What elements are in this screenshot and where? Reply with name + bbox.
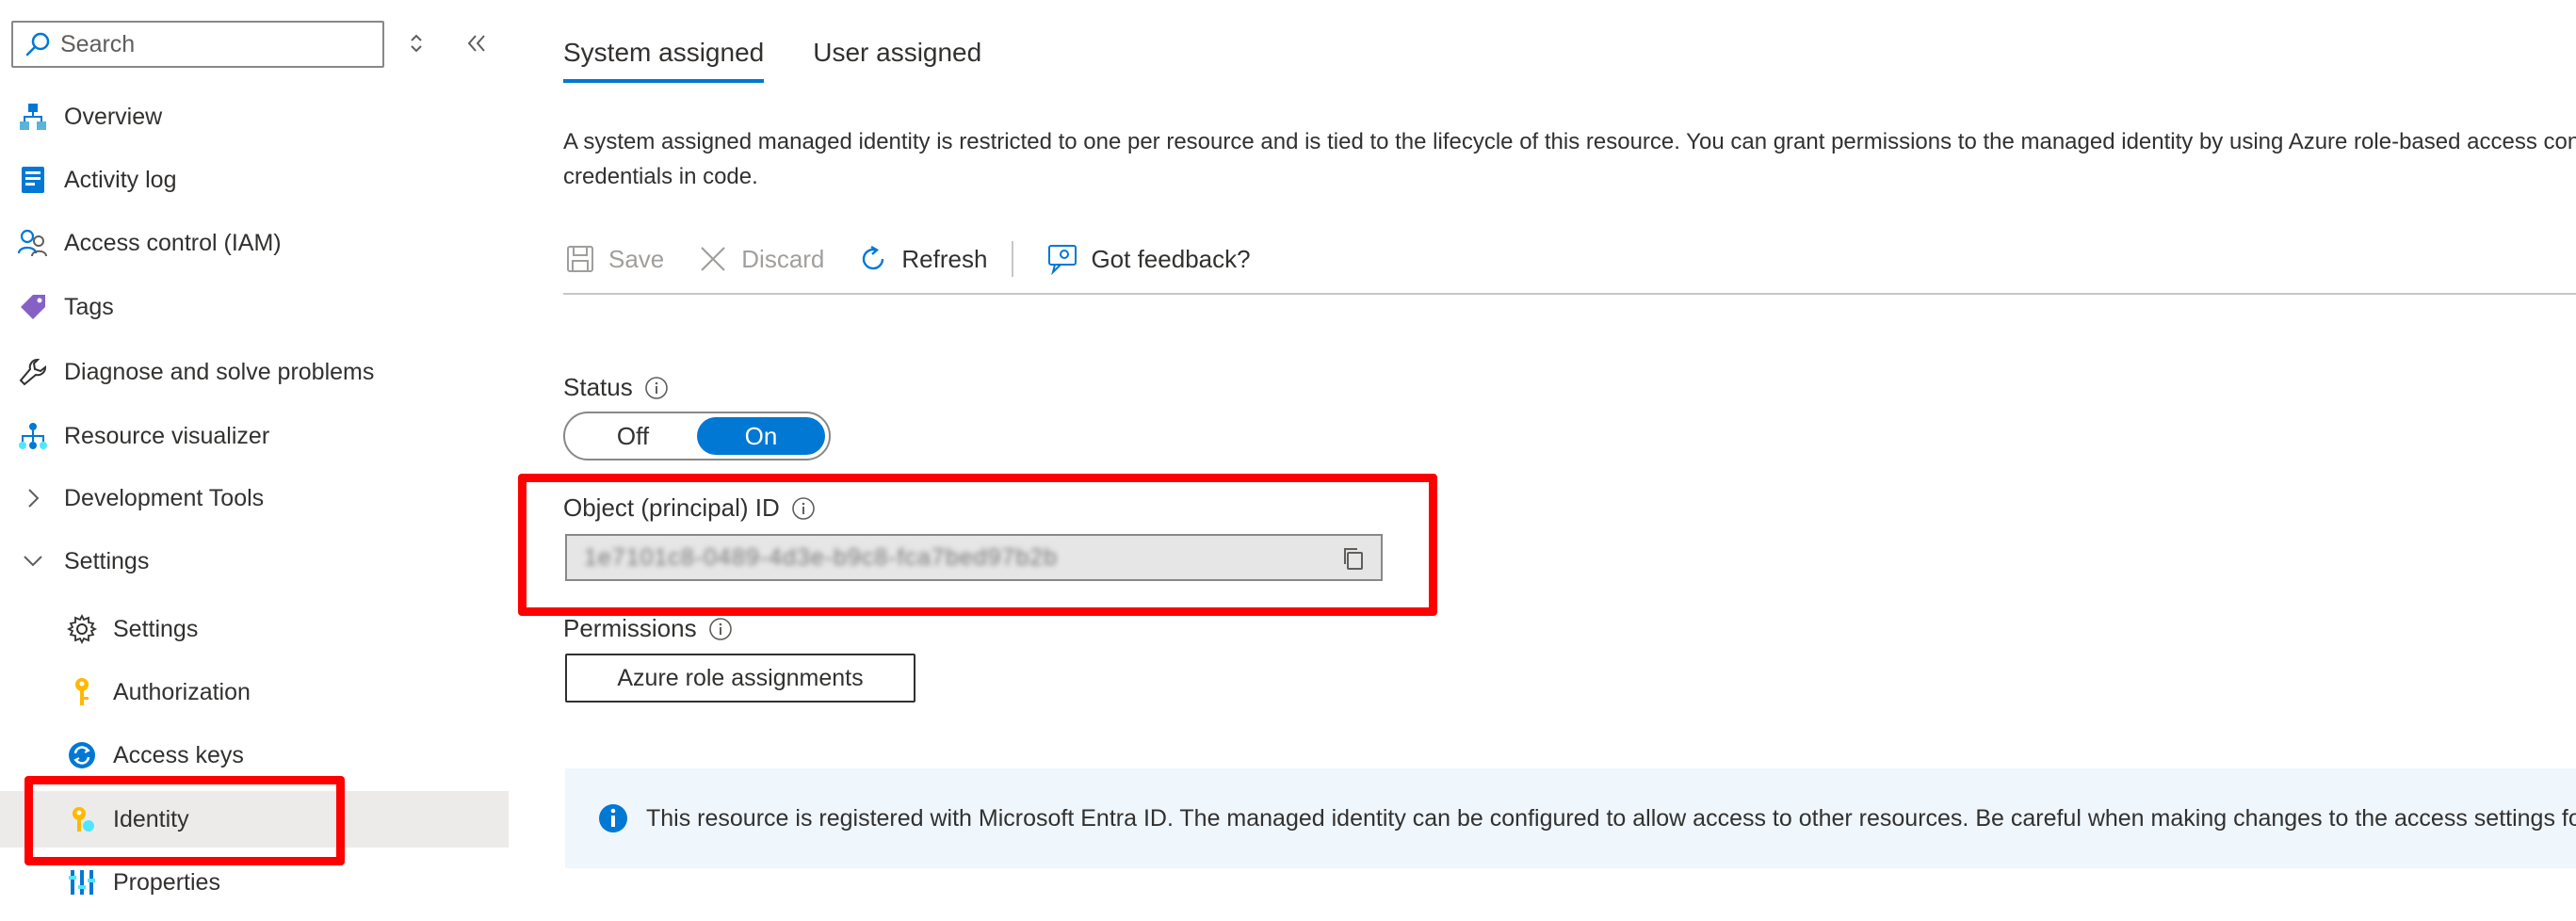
sidebar-item-settings[interactable]: Settings [0, 601, 509, 657]
sidebar-item-authorization[interactable]: Authorization [0, 664, 509, 720]
info-icon[interactable] [791, 496, 816, 521]
sidebar-item-label: Access keys [113, 741, 244, 768]
sidebar-item-resource-visualizer[interactable]: Resource visualizer [0, 408, 509, 464]
feedback-button[interactable]: Got feedback? [1045, 242, 1251, 276]
sidebar-item-label: Identity [113, 805, 189, 832]
status-label: Status [563, 373, 633, 401]
tag-icon [15, 289, 51, 325]
info-message-bar: This resource is registered with Microso… [565, 768, 2576, 868]
status-off-option[interactable]: Off [569, 417, 697, 455]
sort-updown-icon[interactable] [399, 26, 433, 60]
sidebar-item-label: Diagnose and solve problems [64, 358, 375, 385]
discard-label: Discard [741, 244, 825, 273]
sidebar-item-label: Properties [113, 868, 220, 896]
sidebar-item-label: Overview [64, 103, 163, 130]
search-input[interactable] [60, 30, 362, 58]
status-toggle[interactable]: Off On [563, 412, 831, 460]
toolbar-divider-line [563, 293, 2576, 295]
sidebar-item-identity[interactable]: Identity [0, 791, 509, 848]
feedback-icon [1045, 242, 1079, 276]
description-line-2: credentials in code. [563, 164, 758, 189]
hierarchy-icon [15, 418, 51, 454]
tab-bar: System assigned User assigned [563, 38, 1030, 83]
status-on-option[interactable]: On [697, 417, 825, 455]
sidebar-group-settings[interactable]: Settings [0, 533, 509, 590]
sidebar-item-label: Activity log [64, 166, 177, 193]
save-button[interactable]: Save [563, 242, 664, 276]
toolbar-divider [1012, 241, 1014, 277]
identity-key-icon [64, 801, 100, 837]
info-icon[interactable] [644, 376, 669, 400]
refresh-icon [856, 242, 890, 276]
search-icon [25, 32, 50, 57]
info-message-text: This resource is registered with Microso… [646, 804, 2576, 832]
object-id-label-row: Object (principal) ID [563, 493, 816, 523]
sidebar-item-label: Access control (IAM) [64, 229, 282, 256]
azure-role-assignments-button[interactable]: Azure role assignments [565, 654, 915, 703]
sidebar-item-tags[interactable]: Tags [0, 279, 509, 335]
activity-log-icon [15, 162, 51, 198]
close-icon [696, 242, 730, 276]
sidebar-item-diagnose[interactable]: Diagnose and solve problems [0, 344, 509, 400]
chevron-right-icon [15, 480, 51, 516]
sidebar-item-label: Tags [64, 293, 114, 320]
sidebar-item-access-keys[interactable]: Access keys [0, 727, 509, 784]
permissions-label-row: Permissions [563, 614, 733, 643]
sidebar-item-label: Authorization [113, 678, 251, 705]
description-line-1: A system assigned managed identity is re… [563, 129, 2576, 154]
sidebar: Overview Activity log Access control (IA… [0, 0, 509, 921]
sidebar-item-label: Settings [64, 547, 150, 574]
object-id-field[interactable]: 1e7101c8-0489-4d3e-b9c8-fca7bed97b2b [565, 534, 1383, 581]
sidebar-group-development-tools[interactable]: Development Tools [0, 470, 509, 526]
properties-icon [64, 864, 100, 900]
chevron-down-icon [15, 543, 51, 579]
gear-icon [64, 611, 100, 647]
object-id-label: Object (principal) ID [563, 493, 780, 522]
refresh-key-icon [64, 737, 100, 773]
save-label: Save [608, 244, 665, 273]
info-icon[interactable] [708, 617, 733, 641]
sidebar-item-label: Settings [113, 615, 199, 642]
permissions-label: Permissions [563, 614, 697, 642]
description: A system assigned managed identity is re… [563, 124, 2576, 194]
search-box[interactable] [11, 21, 384, 68]
sidebar-item-overview[interactable]: Overview [0, 89, 509, 145]
refresh-label: Refresh [901, 244, 988, 273]
wrench-icon [15, 354, 51, 390]
refresh-button[interactable]: Refresh [856, 242, 987, 276]
sidebar-item-properties[interactable]: Properties [0, 854, 509, 911]
sidebar-item-label: Development Tools [64, 484, 265, 511]
sidebar-item-access-control[interactable]: Access control (IAM) [0, 215, 509, 271]
info-filled-icon [599, 804, 627, 832]
sidebar-item-label: Resource visualizer [64, 422, 270, 449]
tab-system-assigned[interactable]: System assigned [563, 38, 765, 83]
copy-icon[interactable] [1339, 544, 1368, 573]
people-icon [15, 225, 51, 261]
discard-button[interactable]: Discard [696, 242, 824, 276]
feedback-label: Got feedback? [1091, 244, 1251, 273]
key-icon [64, 674, 100, 710]
object-id-value: 1e7101c8-0489-4d3e-b9c8-fca7bed97b2b [584, 543, 1059, 571]
status-label-row: Status [563, 373, 669, 402]
overview-icon [15, 99, 51, 135]
toolbar: Save Discard Refresh Got feedback? [563, 235, 1283, 283]
collapse-sidebar-icon[interactable] [460, 26, 494, 60]
tab-user-assigned[interactable]: User assigned [813, 38, 981, 83]
sidebar-item-activity-log[interactable]: Activity log [0, 152, 509, 208]
save-icon [563, 242, 597, 276]
